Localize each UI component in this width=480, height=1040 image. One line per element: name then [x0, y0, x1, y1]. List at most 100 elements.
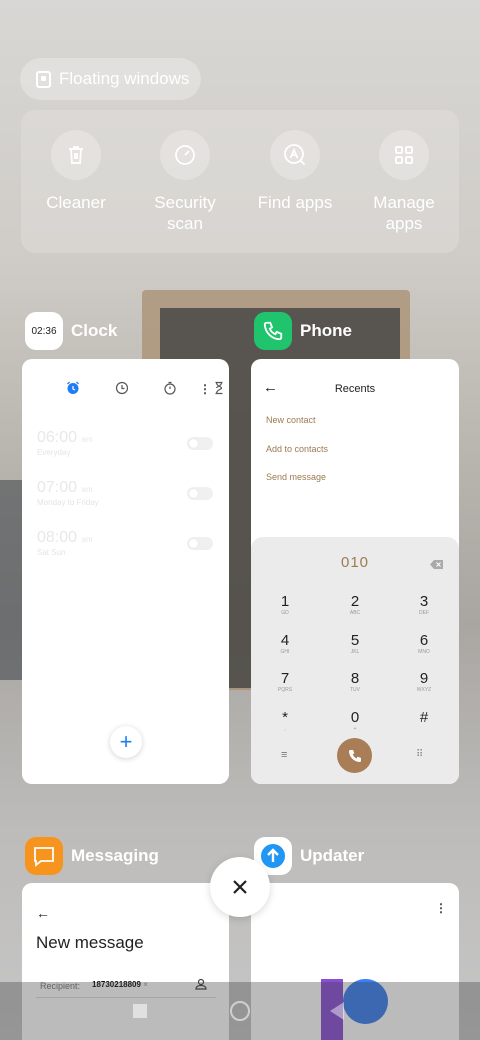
- dial-key-hash[interactable]: #: [404, 710, 444, 726]
- phone-app-card[interactable]: ← Recents New contact Add to contacts Se…: [251, 359, 459, 784]
- alarm-ampm: am: [81, 435, 93, 444]
- dial-key-star[interactable]: *,: [265, 710, 305, 733]
- clock-app-header[interactable]: 02:36 Clock: [25, 312, 117, 350]
- messaging-app-icon: [25, 837, 63, 875]
- key-letters: JKL: [350, 649, 360, 655]
- updater-app-name: Updater: [300, 846, 365, 865]
- updater-app-header[interactable]: Updater: [254, 837, 364, 875]
- navigation-bar: [0, 982, 480, 1040]
- alarm-item[interactable]: 08:00 am Sat Sun: [37, 529, 93, 557]
- key-letters: WXYZ: [416, 687, 432, 693]
- timer-tab-icon[interactable]: [212, 381, 226, 400]
- dial-key-9[interactable]: 9 WXYZ: [404, 671, 444, 694]
- key-letters: GD: [281, 610, 289, 616]
- trash-icon: [51, 130, 101, 180]
- key-digit: 8: [350, 670, 360, 687]
- key-letters: TUV: [350, 687, 360, 693]
- key-digit: #: [419, 709, 429, 726]
- find-apps-button[interactable]: Find apps: [240, 130, 350, 213]
- key-letters: +: [353, 726, 357, 732]
- dial-key-4[interactable]: 4 GHI: [265, 633, 305, 656]
- call-icon: [348, 749, 361, 762]
- home-nav-icon[interactable]: [230, 1001, 250, 1021]
- key-digit: *: [282, 709, 288, 726]
- alarm-item[interactable]: 06:00 am Everyday: [37, 429, 93, 457]
- alarm-ampm: am: [81, 535, 93, 544]
- floating-windows-button[interactable]: Floating windows: [20, 58, 201, 100]
- dial-key-8[interactable]: 8 TUV: [335, 671, 375, 694]
- manage-apps-label: Manage apps: [373, 193, 435, 233]
- key-letters: ABC: [349, 610, 361, 616]
- security-scan-button[interactable]: Security scan: [130, 130, 240, 234]
- quick-tools-panel: Cleaner Security scan Find apps Manage a…: [21, 110, 459, 253]
- send-message-link[interactable]: Send message: [266, 472, 326, 482]
- key-digit: 7: [280, 670, 290, 687]
- phone-app-header[interactable]: Phone: [254, 312, 352, 350]
- menu-icon[interactable]: ≡: [281, 749, 287, 761]
- alarm-toggle[interactable]: [187, 487, 213, 500]
- find-apps-label: Find apps: [257, 193, 333, 212]
- world-clock-tab-icon[interactable]: [115, 381, 129, 400]
- dial-key-1[interactable]: 1 GD: [265, 594, 305, 617]
- dial-key-2[interactable]: 2 ABC: [335, 594, 375, 617]
- key-letters: GHI: [280, 649, 290, 655]
- key-letters: ,: [284, 726, 286, 732]
- recents-title: Recents: [334, 383, 376, 395]
- cleaner-label: Cleaner: [46, 193, 106, 212]
- key-letters: MNO: [418, 649, 430, 655]
- key-digit: 4: [280, 632, 290, 649]
- keypad-toggle-icon[interactable]: ⠿: [416, 749, 423, 760]
- alarm-repeat: Sat Sun: [37, 548, 66, 557]
- add-alarm-button[interactable]: +: [110, 726, 142, 758]
- dial-key-3[interactable]: 3 DEF: [404, 594, 444, 617]
- plus-icon: +: [119, 729, 133, 754]
- add-to-contacts-link[interactable]: Add to contacts: [266, 444, 328, 454]
- alarm-tab-icon[interactable]: [66, 381, 80, 400]
- key-digit: 0: [350, 709, 360, 726]
- clock-more-icon[interactable]: ⋮: [199, 382, 211, 396]
- key-digit: 5: [350, 632, 360, 649]
- new-contact-link[interactable]: New contact: [266, 415, 316, 425]
- alarm-time: 06:00: [37, 429, 78, 446]
- new-message-title: New message: [36, 933, 144, 952]
- app-search-icon: [270, 130, 320, 180]
- key-letters: PQRS: [277, 687, 293, 693]
- floating-window-icon: [36, 70, 51, 88]
- clock-app-name: Clock: [71, 321, 118, 340]
- dialed-number: 010: [340, 554, 370, 571]
- phone-app-name: Phone: [300, 321, 352, 340]
- recents-nav-icon[interactable]: [133, 1004, 147, 1018]
- clear-all-button[interactable]: [210, 857, 270, 917]
- alarm-toggle[interactable]: [187, 437, 213, 450]
- floating-windows-label: Floating windows: [59, 69, 190, 88]
- stopwatch-tab-icon[interactable]: [163, 381, 177, 400]
- security-scan-label: Security scan: [154, 193, 216, 233]
- updater-more-icon[interactable]: ⋮: [435, 901, 447, 915]
- clock-icon-time: 02:36: [31, 325, 57, 337]
- alarm-repeat: Everyday: [37, 448, 71, 457]
- alarm-ampm: am: [81, 485, 93, 494]
- call-button[interactable]: [337, 738, 372, 773]
- phone-app-icon: [254, 312, 292, 350]
- backspace-icon[interactable]: [430, 556, 443, 574]
- dial-key-7[interactable]: 7 PQRS: [265, 671, 305, 694]
- manage-apps-button[interactable]: Manage apps: [349, 130, 459, 234]
- dial-key-6[interactable]: 6 MNO: [404, 633, 444, 656]
- key-digit: 2: [350, 593, 360, 610]
- messaging-app-header[interactable]: Messaging: [25, 837, 159, 875]
- gauge-icon: [160, 130, 210, 180]
- cleaner-button[interactable]: Cleaner: [21, 130, 131, 213]
- grid-icon: [379, 130, 429, 180]
- back-nav-icon[interactable]: [330, 1002, 344, 1020]
- key-digit: 9: [419, 670, 429, 687]
- clock-app-card[interactable]: ⋮ 06:00 am Everyday 07:00 am Monday to F…: [22, 359, 229, 784]
- dial-key-5[interactable]: 5 JKL: [335, 633, 375, 656]
- back-arrow-icon[interactable]: ←: [36, 905, 50, 921]
- alarm-toggle[interactable]: [187, 537, 213, 550]
- alarm-repeat: Monday to Friday: [37, 498, 99, 507]
- alarm-item[interactable]: 07:00 am Monday to Friday: [37, 479, 99, 507]
- clock-app-icon: 02:36: [25, 312, 63, 350]
- close-icon: [233, 880, 247, 894]
- key-digit: 3: [419, 593, 429, 610]
- dial-key-0[interactable]: 0 +: [335, 710, 375, 733]
